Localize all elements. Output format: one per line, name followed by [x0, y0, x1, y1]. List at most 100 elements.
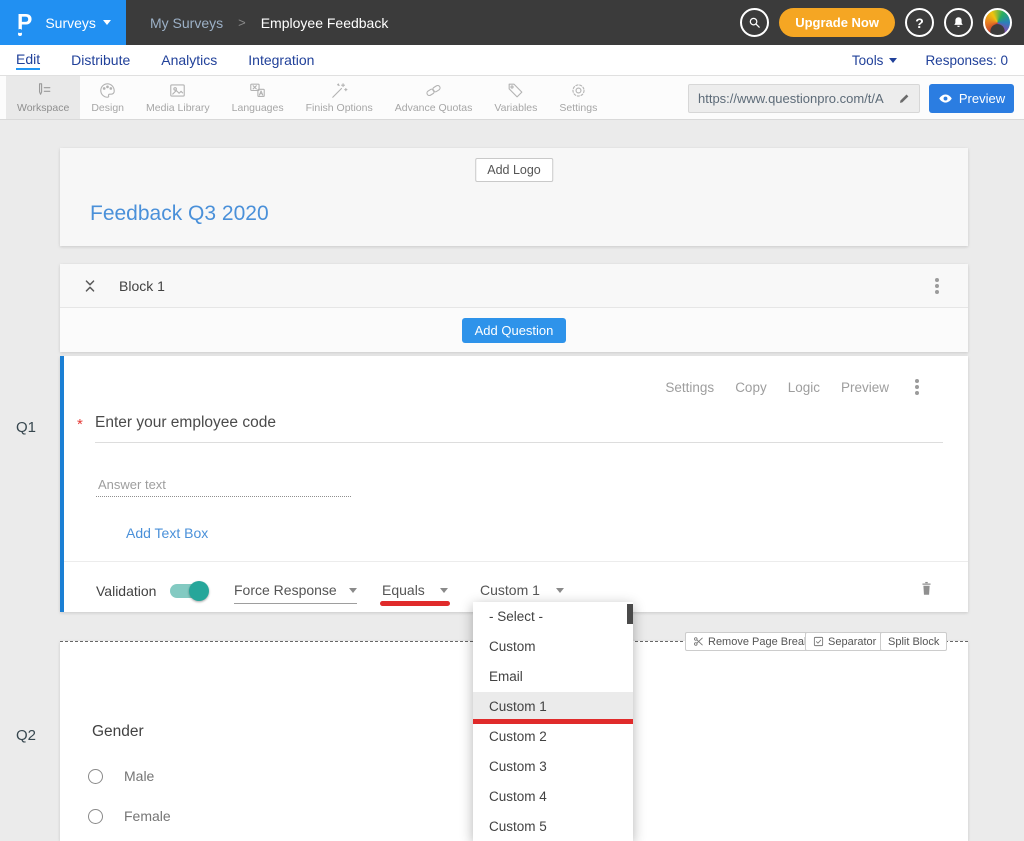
toolbar-item-advance-quotas[interactable]: Advance Quotas	[384, 76, 484, 119]
questionpro-logo[interactable]: P	[17, 11, 32, 34]
tab-edit[interactable]: Edit	[16, 51, 40, 70]
split-block-label: Split Block	[888, 636, 939, 648]
pencil-icon[interactable]	[898, 92, 912, 106]
responses-count[interactable]: Responses: 0	[925, 53, 1008, 68]
answer-input-underline	[96, 496, 351, 497]
force-response-dropdown[interactable]: Force Response	[234, 582, 357, 604]
survey-title[interactable]: Feedback Q3 2020	[90, 202, 269, 226]
breadcrumb-separator: >	[238, 15, 246, 30]
operator-highlight-underline	[380, 601, 450, 606]
radio-button[interactable]	[88, 809, 103, 824]
toolbar-item-label: Variables	[494, 102, 537, 114]
option-label[interactable]: Male	[124, 768, 154, 784]
option-label[interactable]: Female	[124, 808, 171, 824]
toolbar-item-settings[interactable]: Settings	[548, 76, 608, 119]
question1-actions: Settings Copy Logic Preview	[665, 378, 924, 396]
validation-label: Validation	[96, 583, 156, 599]
split-block-button[interactable]: Split Block	[880, 632, 947, 651]
question-menu-button[interactable]	[910, 378, 924, 396]
question2-id-label: Q2	[16, 727, 36, 744]
question1-text[interactable]: Enter your employee code	[95, 414, 276, 432]
search-icon	[747, 15, 762, 30]
pattern-dropdown-menu: - Select - Custom Email Custom 1 Custom …	[473, 602, 633, 841]
chevron-down-icon	[103, 20, 111, 25]
toolbar-item-label: Media Library	[146, 102, 210, 114]
upgrade-now-button[interactable]: Upgrade Now	[779, 8, 895, 37]
pattern-dropdown[interactable]: Custom 1	[480, 582, 564, 604]
separator-button[interactable]: Separator	[805, 632, 884, 651]
dropdown-option-custom5[interactable]: Custom 5	[473, 812, 633, 841]
breadcrumb-current-survey: Employee Feedback	[261, 15, 389, 31]
notifications-button[interactable]	[944, 8, 973, 37]
top-bar: P Surveys My Surveys > Employee Feedback…	[0, 0, 1024, 45]
trash-icon	[919, 580, 934, 597]
workspace-icon	[34, 81, 53, 100]
breadcrumb-my-surveys[interactable]: My Surveys	[150, 15, 223, 31]
question2-text[interactable]: Gender	[92, 723, 144, 741]
tab-analytics[interactable]: Analytics	[161, 52, 217, 69]
radio-button[interactable]	[88, 769, 103, 784]
dropdown-option-custom4[interactable]: Custom 4	[473, 782, 633, 812]
pattern-value: Custom 1	[480, 582, 540, 598]
delete-validation-button[interactable]	[919, 580, 934, 602]
add-question-strip: Add Question	[60, 308, 968, 352]
toolbar-item-label: Settings	[559, 102, 597, 114]
answer-text-placeholder[interactable]: Answer text	[98, 477, 166, 492]
option-row-male: Male	[88, 768, 154, 784]
help-button[interactable]: ?	[905, 8, 934, 37]
remove-page-break-button[interactable]: Remove Page Break	[685, 632, 818, 651]
brand-block: P Surveys	[0, 0, 126, 45]
add-logo-button[interactable]: Add Logo	[475, 158, 553, 182]
surveys-menu[interactable]: Surveys	[45, 15, 111, 31]
validation-toggle[interactable]	[170, 584, 207, 598]
dropdown-scrollbar[interactable]	[627, 604, 633, 624]
block-menu-button[interactable]	[930, 277, 944, 295]
add-question-button[interactable]: Add Question	[462, 318, 567, 343]
preview-button[interactable]: Preview	[929, 84, 1014, 113]
gear-icon	[569, 81, 588, 100]
surveys-menu-label: Surveys	[45, 15, 96, 31]
add-text-box-link[interactable]: Add Text Box	[126, 525, 208, 541]
block-title[interactable]: Block 1	[119, 278, 165, 294]
question1-card: Settings Copy Logic Preview * Enter your…	[60, 356, 968, 612]
toolbar-item-design[interactable]: Design	[80, 76, 135, 119]
question-preview-link[interactable]: Preview	[841, 380, 889, 395]
dropdown-option-custom2[interactable]: Custom 2	[473, 722, 633, 752]
search-button[interactable]	[740, 8, 769, 37]
bell-icon	[951, 15, 966, 30]
tab-distribute[interactable]: Distribute	[71, 52, 130, 69]
kebab-icon	[935, 284, 939, 288]
dropdown-option-custom[interactable]: Custom	[473, 632, 633, 662]
toolbar-item-workspace[interactable]: Workspace	[6, 76, 80, 119]
dropdown-option-custom3[interactable]: Custom 3	[473, 752, 633, 782]
tab-integration[interactable]: Integration	[248, 52, 314, 69]
question-logic-link[interactable]: Logic	[788, 380, 820, 395]
survey-url-field[interactable]: https://www.questionpro.com/t/A	[688, 84, 920, 113]
dropdown-option-select[interactable]: - Select -	[473, 602, 633, 632]
collapse-block-button[interactable]	[82, 278, 98, 294]
topbar-actions: Upgrade Now ?	[740, 8, 1012, 37]
toolbar-item-languages[interactable]: Languages	[221, 76, 295, 119]
checkbox-checked-icon	[813, 636, 824, 647]
required-asterisk: *	[77, 416, 83, 433]
preview-label: Preview	[959, 91, 1005, 106]
question-copy-link[interactable]: Copy	[735, 380, 767, 395]
question-settings-link[interactable]: Settings	[665, 380, 714, 395]
kebab-icon	[915, 385, 919, 389]
toolbar-item-label: Finish Options	[306, 102, 373, 114]
user-avatar[interactable]	[983, 8, 1012, 37]
toolbar-item-variables[interactable]: Variables	[483, 76, 548, 119]
question1-text-underline	[95, 442, 943, 443]
dropdown-option-custom1[interactable]: Custom 1	[473, 692, 633, 722]
question1-id-label: Q1	[16, 419, 36, 436]
toolbar-item-finish-options[interactable]: Finish Options	[295, 76, 384, 119]
tools-menu[interactable]: Tools	[852, 53, 898, 68]
eye-icon	[938, 91, 953, 106]
operator-value: Equals	[382, 582, 425, 598]
toolbar-item-media-library[interactable]: Media Library	[135, 76, 221, 119]
collapse-icon	[82, 278, 98, 294]
breadcrumb: My Surveys > Employee Feedback	[150, 0, 388, 45]
separator-label: Separator	[828, 636, 876, 648]
dropdown-option-email[interactable]: Email	[473, 662, 633, 692]
chevron-down-icon	[556, 588, 564, 593]
